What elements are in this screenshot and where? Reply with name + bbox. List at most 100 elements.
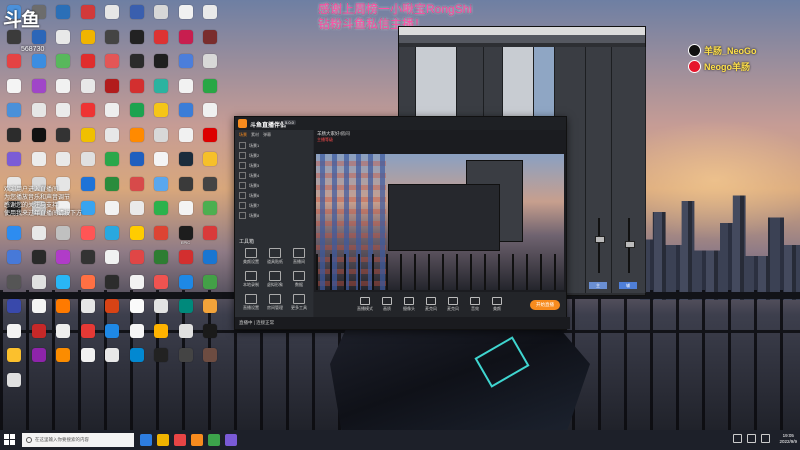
control-button[interactable]: 美颜 — [486, 297, 508, 312]
scene-checkbox-icon[interactable] — [239, 172, 246, 179]
control-button[interactable]: 麦克风 — [420, 297, 442, 312]
desktop-icon-glyph — [31, 78, 46, 93]
desktop-icon-glyph — [129, 225, 144, 240]
tool-label: 数据 — [295, 282, 303, 287]
control-button[interactable]: 直播模式 — [354, 297, 376, 312]
network-icon[interactable] — [733, 434, 742, 443]
tool-button[interactable]: 房间管理 — [263, 294, 287, 311]
tab-materials[interactable]: 素材 — [251, 132, 259, 138]
desktop-icon-glyph — [154, 29, 168, 44]
tool-label: 更多工具 — [291, 305, 307, 310]
input-method-icon[interactable] — [761, 434, 770, 443]
desktop-icon-glyph — [56, 78, 70, 93]
desktop-icon[interactable] — [27, 347, 51, 377]
taskbar-app-icon[interactable] — [157, 434, 169, 446]
tool-label: 直播设置 — [243, 305, 259, 310]
sidebar-tabs: 场景 素材 弹幕 — [235, 130, 313, 140]
stream-preview[interactable] — [316, 154, 564, 290]
app-control-bar: 直播模式 画质 摄像头 麦克风 麦克风 音效 美颜 开始直播 — [314, 292, 566, 317]
room-subtitle: 主播等级 — [317, 137, 333, 142]
weibo-icon — [688, 60, 701, 73]
desktop-icon-glyph — [154, 5, 168, 19]
volume-icon[interactable] — [747, 434, 756, 443]
desktop-icon[interactable] — [2, 372, 26, 402]
desktop-icon[interactable] — [198, 347, 222, 377]
control-button[interactable]: 音效 — [464, 297, 486, 312]
scene-checkbox-icon[interactable] — [239, 142, 246, 149]
control-button[interactable]: 麦克风 — [442, 297, 464, 312]
control-button[interactable]: 摄像头 — [398, 297, 420, 312]
desktop-icon[interactable] — [100, 347, 124, 377]
desktop-icon[interactable] — [174, 347, 198, 377]
streaming-app-window[interactable]: 斗鱼直播伴侣 5.0.0 场景 素材 弹幕 场景1 场景2 场景3 场景4 场景5 场景6… — [234, 116, 570, 330]
scene-checkbox-icon[interactable] — [239, 202, 246, 209]
desktop-icon-glyph — [203, 127, 217, 142]
tab-scenes[interactable]: 场景 — [239, 132, 247, 138]
tool-button[interactable]: 直播间 — [287, 248, 311, 265]
control-label: 直播模式 — [357, 306, 373, 311]
fader-knob[interactable] — [594, 236, 605, 243]
taskbar-app-icon[interactable] — [140, 434, 152, 446]
scene-item[interactable]: 场景5 — [239, 181, 309, 190]
taskbar-search-box[interactable]: 在这里输入你要搜索的内容 — [22, 433, 134, 447]
taskbar-clock[interactable]: 19:05 2022/9/9 — [779, 433, 797, 445]
desktop-icon-glyph — [105, 29, 119, 44]
chat-line: 使用我来过年直播间请按下方 — [4, 211, 83, 217]
desktop-icon-glyph — [56, 103, 70, 117]
scene-item[interactable]: 场景3 — [239, 161, 309, 170]
scene-item[interactable]: 场景6 — [239, 191, 309, 200]
scene-label: 场景1 — [249, 143, 260, 148]
mixer-toolbar[interactable] — [399, 35, 645, 43]
tool-icon — [293, 271, 305, 281]
desktop-icon[interactable] — [125, 347, 149, 377]
mixer-menu-bar[interactable] — [399, 27, 645, 35]
fader-track[interactable] — [597, 218, 600, 273]
scene-checkbox-icon[interactable] — [239, 192, 246, 199]
desktop-icon-glyph — [105, 250, 119, 264]
desktop-icon-glyph — [80, 225, 95, 240]
taskbar-app-icon[interactable] — [208, 434, 220, 446]
desktop-icon-glyph — [203, 299, 217, 313]
scene-item[interactable]: 场景7 — [239, 201, 309, 210]
start-button[interactable] — [4, 434, 16, 446]
taskbar-app-icon[interactable] — [174, 434, 186, 446]
desktop-icon-glyph — [154, 274, 168, 289]
tool-button[interactable]: 虚拟形象 — [263, 271, 287, 288]
tool-button[interactable]: 数据 — [287, 271, 311, 288]
tool-button[interactable]: 直播设置 — [239, 294, 263, 311]
tool-icon — [245, 248, 257, 258]
desktop-icon-glyph — [154, 176, 168, 191]
tool-button[interactable]: 更多工具 — [287, 294, 311, 311]
scene-checkbox-icon[interactable] — [239, 212, 246, 219]
mixer-channel-fader[interactable]: 主 — [586, 47, 612, 293]
mixer-button[interactable]: 辅 — [619, 282, 637, 289]
mixer-button[interactable]: 主 — [589, 282, 607, 289]
tool-button[interactable]: 本地录制 — [239, 271, 263, 288]
tool-button[interactable]: 道具贴纸 — [263, 248, 287, 265]
taskbar-app-icon[interactable] — [225, 434, 237, 446]
desktop-icon[interactable] — [51, 347, 75, 377]
scene-item[interactable]: 场景4 — [239, 171, 309, 180]
scene-checkbox-icon[interactable] — [239, 162, 246, 169]
desktop-icon-glyph — [203, 176, 217, 191]
desktop-icon-glyph — [129, 5, 144, 19]
scene-item[interactable]: 场景2 — [239, 151, 309, 160]
desktop-icon-glyph — [129, 299, 144, 313]
app-title-bar[interactable]: 斗鱼直播伴侣 5.0.0 — [235, 117, 566, 130]
tool-button[interactable]: 美颜设置 — [239, 248, 263, 265]
taskbar-app-icon[interactable] — [191, 434, 203, 446]
control-button[interactable]: 画质 — [376, 297, 398, 312]
app-main-panel: 羊肠大家好!房间 主播等级 — [314, 130, 566, 317]
desktop-icon-glyph — [80, 127, 95, 142]
mixer-channel-fader[interactable]: 辅 — [612, 47, 646, 293]
scene-checkbox-icon[interactable] — [239, 152, 246, 159]
tab-danmaku[interactable]: 弹幕 — [263, 132, 271, 138]
scene-checkbox-icon[interactable] — [239, 182, 246, 189]
app-sidebar: 场景 素材 弹幕 场景1 场景2 场景3 场景4 场景5 场景6 场景7 场景8 工具箱 美颜… — [235, 130, 313, 317]
start-live-button[interactable]: 开始直播 — [530, 300, 560, 310]
scene-item[interactable]: 场景1 — [239, 141, 309, 150]
desktop-icon[interactable] — [149, 347, 173, 377]
scene-item[interactable]: 场景8 — [239, 211, 309, 220]
fader-knob[interactable] — [624, 241, 635, 248]
desktop-icon[interactable] — [76, 347, 100, 377]
